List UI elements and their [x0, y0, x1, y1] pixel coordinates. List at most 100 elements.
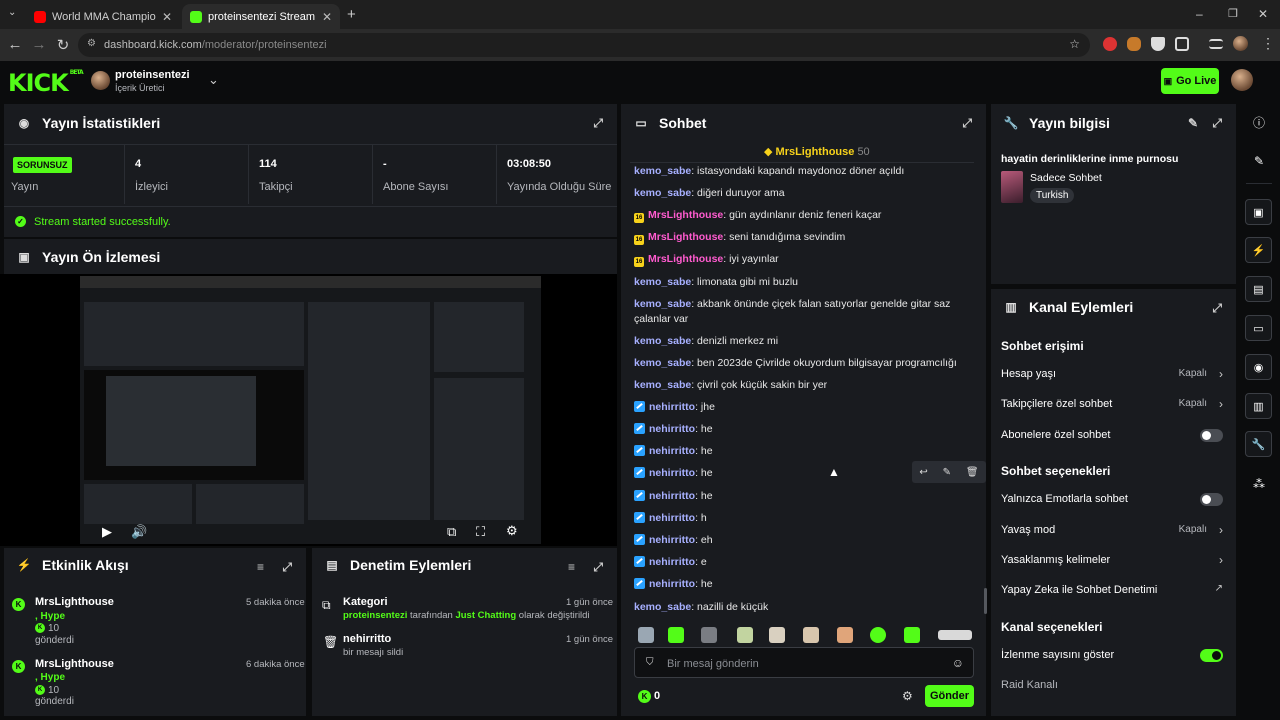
fullscreen-icon[interactable]: ⛶ [476, 524, 485, 540]
chat-message[interactable]: kemo_sabe: nazilli de küçük [634, 600, 974, 615]
chat-username[interactable]: MrsLighthouse [648, 209, 723, 221]
expand-icon[interactable]: ⤢ [593, 116, 603, 131]
subscribers-only-toggle[interactable] [1200, 429, 1223, 442]
chat-username[interactable]: nehirritto [649, 556, 695, 568]
trash-icon[interactable]: 🗑 [966, 467, 979, 478]
chat-username[interactable]: MrsLighthouse [648, 253, 723, 265]
emote-icon[interactable] [904, 627, 920, 643]
kick-logo[interactable]: KICK BETA [8, 69, 84, 97]
chat-username[interactable]: kemo_sabe [634, 187, 691, 199]
site-info-icon[interactable]: ⚙ [87, 38, 96, 49]
go-live-button[interactable]: ▣ Go Live [1161, 68, 1219, 94]
chat-message-input[interactable]: ⛉ Bir mesaj gönderin ☺ [634, 647, 974, 678]
chat-message[interactable]: kemo_sabe: diğeri duruyor ama [634, 186, 974, 201]
chat-username[interactable]: MrsLighthouse [648, 231, 723, 243]
close-window-button[interactable]: ✕ [1258, 7, 1268, 21]
expand-icon[interactable]: ⤢ [593, 560, 603, 575]
sidebar-wrench-icon[interactable]: 🔧 [1245, 431, 1272, 457]
expand-icon[interactable]: ⤢ [962, 116, 972, 131]
chat-message[interactable]: nehirritto: he [634, 422, 974, 437]
popout-icon[interactable]: ⧉ [447, 524, 456, 540]
edit-icon[interactable]: ✎ [1250, 152, 1268, 170]
extension-icon[interactable] [1127, 37, 1141, 51]
url-input[interactable]: ⚙ dashboard.kick.com/moderator/proteinse… [78, 33, 1090, 57]
setting-ai-moderation[interactable]: Yapay Zeka ile Sohbet Denetimi ↗ [1001, 583, 1223, 600]
reply-icon[interactable]: ↩ [919, 467, 927, 478]
setting-account-age[interactable]: Hesap yaşı Kapalı › [1001, 367, 1223, 384]
expand-icon[interactable]: ⤢ [1212, 301, 1222, 316]
chat-username[interactable]: kemo_sabe [634, 298, 691, 310]
chat-message[interactable]: nehirritto: he [634, 577, 974, 592]
close-tab-icon[interactable]: ✕ [322, 10, 332, 24]
chat-message[interactable]: nehirritto: he [634, 444, 974, 459]
chat-username[interactable]: nehirritto [649, 445, 695, 457]
chat-message[interactable]: nehirritto: e [634, 555, 974, 570]
expand-icon[interactable]: ⤢ [282, 560, 292, 575]
browser-profile-avatar[interactable] [1233, 36, 1248, 51]
emote-icon[interactable] [803, 627, 819, 643]
chat-username[interactable]: nehirritto [649, 490, 695, 502]
chat-username[interactable]: kemo_sabe [634, 335, 691, 347]
emote-icon[interactable] [870, 627, 886, 643]
chat-message[interactable]: kemo_sabe: akbank önünde çiçek falan sat… [634, 297, 974, 327]
emotes-only-toggle[interactable] [1200, 493, 1223, 506]
info-icon[interactable]: ⓘ [1250, 113, 1268, 131]
maximize-window-button[interactable]: ❐ [1228, 7, 1238, 20]
media-control-icon[interactable] [1209, 39, 1223, 49]
expand-icon[interactable]: ⤢ [1212, 116, 1222, 131]
volume-icon[interactable]: 🔊 [131, 524, 147, 540]
chat-message[interactable]: nehirritto: eh [634, 533, 974, 548]
user-avatar[interactable] [1231, 69, 1253, 91]
chat-message[interactable]: kemo_sabe: istasyondaki kapandı maydonoz… [634, 164, 974, 179]
back-icon[interactable]: ← [6, 36, 24, 53]
setting-followers-only[interactable]: Takipçilere özel sohbet Kapalı › [1001, 397, 1223, 414]
settings-icon[interactable]: ⚙ [506, 523, 518, 539]
forward-icon[interactable]: → [30, 36, 48, 53]
show-viewers-toggle[interactable] [1200, 649, 1223, 662]
chat-message[interactable]: nehirritto: h [634, 511, 974, 526]
chat-message[interactable]: nehirritto: jhe [634, 400, 974, 415]
emote-icon[interactable] [769, 627, 785, 643]
close-tab-icon[interactable]: ✕ [162, 10, 172, 24]
tab-search-icon[interactable]: ⌄ [8, 7, 22, 21]
puzzle-extension-icon[interactable] [1175, 37, 1189, 51]
reload-icon[interactable]: ↻ [54, 36, 72, 54]
browser-tab-kick[interactable]: proteinsentezi Stream - Kick Da ✕ [182, 4, 340, 29]
chat-message[interactable]: 16 MrsLighthouse: gün aydınlanır deniz fe… [634, 208, 974, 223]
send-button[interactable]: Gönder [925, 685, 974, 707]
minimize-window-button[interactable]: – [1196, 7, 1203, 21]
emote-icon[interactable] [638, 627, 654, 643]
sidebar-chat-icon[interactable]: ▭ [1245, 315, 1272, 341]
chat-username[interactable]: nehirritto [649, 467, 695, 479]
pin-icon[interactable]: ✎ [943, 467, 951, 478]
sidebar-stats-icon[interactable]: ◉ [1245, 354, 1272, 380]
chat-username[interactable]: kemo_sabe [634, 276, 691, 288]
chat-username[interactable]: nehirritto [649, 401, 695, 413]
emote-icon[interactable] [701, 627, 717, 643]
chat-username[interactable]: kemo_sabe [634, 601, 691, 613]
chat-message[interactable]: nehirritto: he [634, 489, 974, 504]
chat-username[interactable]: kemo_sabe [634, 357, 691, 369]
chat-message[interactable]: kemo_sabe: limonata gibi mi buzlu [634, 275, 974, 290]
chat-scrollbar[interactable] [984, 588, 987, 614]
edit-icon[interactable]: ✎ [1188, 116, 1198, 130]
emoji-icon[interactable]: ☺ [952, 656, 964, 670]
bookmark-star-icon[interactable]: ☆ [1069, 37, 1080, 51]
filter-icon[interactable]: ≡ [257, 560, 264, 574]
stream-preview-player[interactable]: ▶ 🔊 ⧉ ⛶ ⚙ [0, 274, 617, 546]
pinned-gift-bar[interactable]: ◆ MrsLighthouse 50 [764, 145, 870, 158]
chat-username[interactable]: nehirritto [649, 578, 695, 590]
emote-icon[interactable] [938, 630, 972, 640]
new-tab-button[interactable]: + [347, 6, 356, 23]
browser-menu-icon[interactable]: ⋮ [1261, 35, 1275, 52]
sidebar-preview-icon[interactable]: ▣ [1245, 199, 1272, 225]
chat-username[interactable]: kemo_sabe [634, 379, 691, 391]
chat-username[interactable]: kemo_sabe [634, 165, 691, 177]
chat-settings-icon[interactable]: ⚙ [902, 689, 913, 703]
chat-message[interactable]: 16 MrsLighthouse: seni tanıdığıma sevindi… [634, 230, 974, 245]
setting-banned-words[interactable]: Yasaklanmış kelimeler › [1001, 553, 1223, 570]
browser-tab-youtube[interactable]: World MMA Championship Ant ✕ [26, 4, 180, 29]
chat-username[interactable]: nehirritto [649, 534, 695, 546]
chat-username[interactable]: nehirritto [649, 512, 695, 524]
chat-message[interactable]: 16 MrsLighthouse: iyi yayınlar [634, 252, 974, 267]
